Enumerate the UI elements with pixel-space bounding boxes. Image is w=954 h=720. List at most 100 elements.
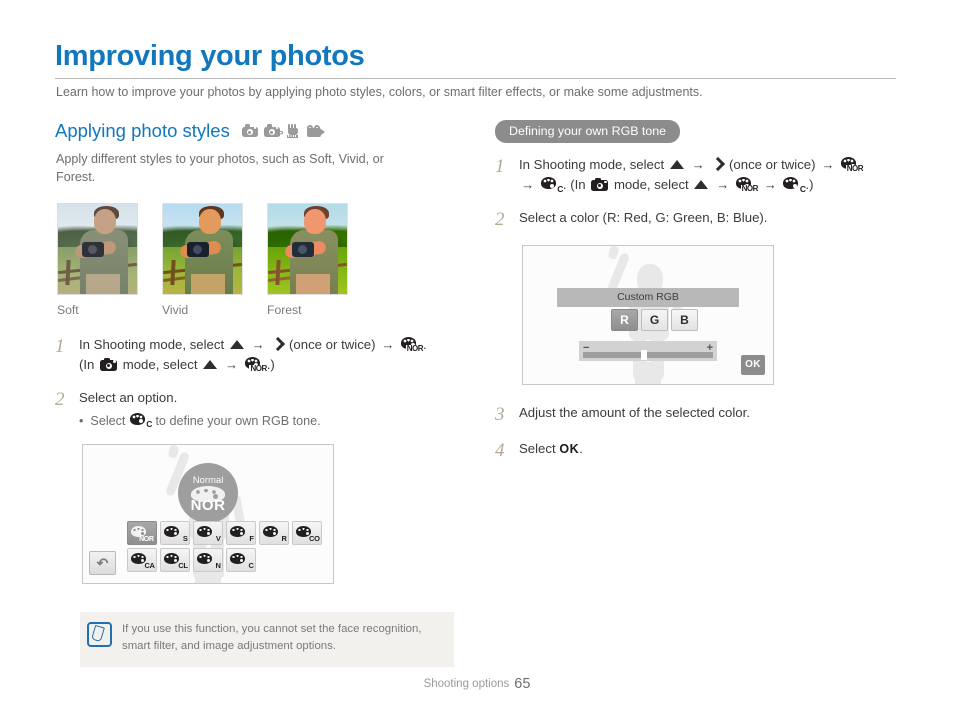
style-tile-ca[interactable]: CA: [127, 548, 157, 573]
left-steps-list: 1 In Shooting mode, select → (once or tw…: [55, 335, 465, 431]
arrow-separator: →: [224, 356, 239, 372]
right-column: Defining your own RGB tone 1 In Shooting…: [495, 120, 905, 475]
rgb-button-g[interactable]: G: [641, 308, 668, 331]
step-number: 4: [495, 439, 505, 461]
rgb-button-r[interactable]: R: [611, 308, 638, 331]
page-subtitle: Learn how to improve your photos by appl…: [56, 85, 703, 99]
style-tile-label: R: [281, 534, 287, 544]
step-text: In Shooting mode, select → (once or twic…: [79, 335, 427, 375]
arrow-separator: →: [716, 177, 730, 193]
section-lead-text: Apply different styles to your photos, s…: [56, 152, 384, 184]
bullet-dot: •: [79, 413, 84, 428]
sample-forest: Forest: [267, 202, 350, 317]
page-footer: Shooting options 65: [0, 676, 954, 692]
arrow-separator: →: [251, 336, 265, 352]
back-arrow-icon[interactable]: ↶: [89, 551, 116, 576]
palette-nor-icon: NOR: [244, 356, 267, 373]
style-tile-cl[interactable]: CL: [160, 548, 190, 573]
style-tile-s[interactable]: S: [160, 521, 190, 546]
step-title: Select an option.: [79, 389, 178, 405]
section-heading-applying-photo-styles: Applying photo styles P: [55, 120, 465, 142]
up-arrow-icon: [229, 339, 244, 349]
style-tile-c[interactable]: C: [226, 548, 256, 573]
step-title: Adjust the amount of the selected color.: [519, 404, 750, 420]
bullet-content: Select C to define your own RGB tone.: [90, 412, 321, 431]
palette-custom-icon: C: [540, 177, 563, 194]
mode-icon-group: P: [241, 121, 325, 142]
rgb-button-b[interactable]: B: [671, 308, 698, 331]
step-text-c: (In: [570, 177, 586, 193]
style-tile-n[interactable]: N: [193, 548, 223, 573]
step-text-post: .: [579, 440, 583, 456]
sample-soft: Soft: [57, 202, 140, 317]
section-badge-defining-rgb-tone: Defining your own RGB tone: [495, 120, 681, 143]
rgb-channel-buttons: R G B: [611, 308, 698, 331]
period: .: [562, 177, 567, 193]
step-1: 1 In Shooting mode, select → (once or tw…: [495, 155, 905, 195]
camera-screen-custom-rgb: Custom RGB R G B − + OK: [522, 244, 774, 385]
sample-caption: Forest: [267, 302, 302, 317]
step-2: 2 Select an option. • Select C to define…: [55, 388, 465, 431]
step-2: 2 Select a color (R: Red, G: Green, B: B…: [495, 208, 905, 231]
sample-caption: Soft: [57, 302, 79, 317]
step-number: 2: [55, 388, 65, 410]
camera-icon: [591, 178, 609, 192]
page-number: 65: [514, 676, 531, 692]
selected-style-code: NOR: [190, 496, 226, 514]
step-text-d: mode, select: [122, 356, 198, 372]
palette-nor-icon: NOR: [735, 177, 758, 194]
style-tile-label: F: [249, 534, 254, 544]
arrow-separator: →: [763, 177, 777, 193]
style-tile-r[interactable]: R: [259, 521, 289, 546]
arrow-separator: →: [381, 336, 395, 352]
program-camera-icon: P: [263, 124, 283, 141]
sample-vivid: Vivid: [162, 202, 245, 317]
note-text: If you use this function, you cannot set…: [122, 623, 422, 652]
up-arrow-icon: [694, 180, 709, 190]
slider-knob[interactable]: [641, 349, 647, 360]
custom-rgb-title-bar: Custom RGB: [557, 287, 739, 307]
arrow-separator: →: [821, 157, 835, 172]
camera-icon: [241, 124, 258, 141]
photo-style-grid: NOR S V F R CO CA CL N C: [127, 521, 327, 575]
step-number: 3: [495, 403, 505, 425]
sample-photo-forest: [267, 202, 348, 295]
step-title: Select a color (R: Red, G: Green, B: Blu…: [519, 210, 768, 226]
ok-glyph: OK: [559, 441, 580, 456]
period: .: [423, 336, 427, 352]
palette-custom-icon: C: [783, 177, 806, 194]
right-arrow-icon: [712, 159, 723, 170]
step-text-b: (once or twice): [729, 157, 816, 172]
step-number: 1: [495, 156, 505, 177]
step-text-c: (In: [79, 356, 95, 372]
right-steps-list: 1 In Shooting mode, select → (once or tw…: [495, 155, 905, 232]
bullet-text-pre: Select: [90, 413, 126, 428]
style-tile-nor[interactable]: NOR: [127, 521, 157, 546]
style-tile-v[interactable]: V: [193, 521, 223, 546]
page-title: Improving your photos: [55, 40, 365, 72]
rgb-amount-slider[interactable]: − +: [579, 340, 717, 361]
step-text-e: .): [805, 177, 814, 193]
step-1: 1 In Shooting mode, select → (once or tw…: [55, 335, 465, 375]
step-text-b: (once or twice): [289, 336, 376, 352]
selected-style-label: Normal: [192, 474, 224, 486]
note-box: If you use this function, you cannot set…: [80, 612, 454, 667]
ok-button[interactable]: OK: [741, 354, 765, 375]
right-steps-list-continued: 3 Adjust the amount of the selected colo…: [495, 403, 905, 463]
photo-style-row-1: NOR S V F R CO: [127, 521, 327, 546]
step-number: 1: [55, 335, 65, 357]
bullet-text-post: to define your own RGB tone.: [155, 413, 321, 428]
style-tile-f[interactable]: F: [226, 521, 256, 546]
sample-thumbnail-row: Soft Vivid Forest: [57, 202, 465, 317]
left-column: Applying photo styles P Apply different …: [55, 120, 465, 585]
slider-track[interactable]: [583, 351, 713, 358]
style-tile-label: V: [215, 534, 221, 544]
up-arrow-icon: [203, 359, 218, 369]
camera-icon: [100, 357, 118, 371]
smart-burst-hand-icon: [286, 123, 301, 142]
style-tile-label: S: [182, 534, 188, 544]
step-number: 2: [495, 209, 505, 231]
section-title: Applying photo styles: [55, 120, 230, 141]
sample-photo-vivid: [162, 202, 243, 295]
style-tile-co[interactable]: CO: [292, 521, 322, 546]
